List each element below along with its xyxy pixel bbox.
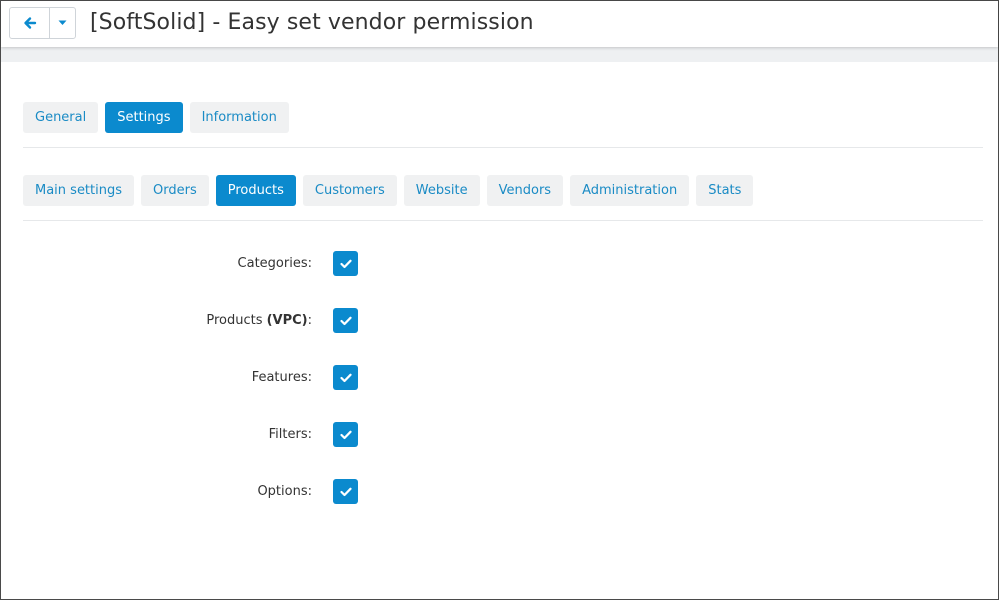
products-checkbox[interactable] <box>333 308 358 333</box>
checkmark-icon <box>339 430 352 439</box>
history-dropdown-button[interactable] <box>50 8 75 38</box>
setting-label: Products (VPC): <box>206 313 312 328</box>
main-tabs: General Settings Information <box>23 102 289 133</box>
categories-checkbox[interactable] <box>333 251 358 276</box>
checkmark-icon <box>339 373 352 382</box>
subtab-vendors[interactable]: Vendors <box>486 175 564 206</box>
app-frame: [SoftSolid] - Easy set vendor permission… <box>0 0 999 600</box>
page-title: [SoftSolid] - Easy set vendor permission <box>90 10 534 35</box>
subtab-customers[interactable]: Customers <box>302 175 397 206</box>
subtab-main-settings[interactable]: Main settings <box>23 175 135 206</box>
tab-settings[interactable]: Settings <box>105 102 183 133</box>
header-strip <box>1 47 998 62</box>
back-button[interactable] <box>10 8 50 38</box>
settings-subtabs: Main settings Orders Products Customers … <box>23 175 754 206</box>
arrow-left-icon <box>23 17 36 29</box>
subtab-products[interactable]: Products <box>215 175 296 206</box>
subtab-website[interactable]: Website <box>403 175 480 206</box>
caret-down-icon <box>58 20 67 25</box>
setting-label: Filters: <box>268 427 312 442</box>
setting-label: Categories: <box>237 256 312 271</box>
subtabs-divider <box>23 220 983 221</box>
tabs-divider <box>23 147 983 148</box>
setting-row-filters: Filters: <box>1 422 999 448</box>
tab-general[interactable]: General <box>23 102 99 133</box>
navigation-button-group <box>9 7 76 39</box>
checkmark-icon <box>339 316 352 325</box>
features-checkbox[interactable] <box>333 365 358 390</box>
setting-label: Options: <box>257 484 312 499</box>
tab-information[interactable]: Information <box>189 102 289 133</box>
page-header: [SoftSolid] - Easy set vendor permission <box>1 1 998 47</box>
filters-checkbox[interactable] <box>333 422 358 447</box>
subtab-administration[interactable]: Administration <box>570 175 690 206</box>
setting-row-features: Features: <box>1 365 999 391</box>
subtab-stats[interactable]: Stats <box>696 175 754 206</box>
options-checkbox[interactable] <box>333 479 358 504</box>
setting-row-products: Products (VPC): <box>1 308 999 334</box>
checkmark-icon <box>339 487 352 496</box>
setting-row-categories: Categories: <box>1 251 999 277</box>
checkmark-icon <box>339 259 352 268</box>
subtab-orders[interactable]: Orders <box>141 175 209 206</box>
setting-row-options: Options: <box>1 479 999 505</box>
setting-label: Features: <box>251 370 312 385</box>
